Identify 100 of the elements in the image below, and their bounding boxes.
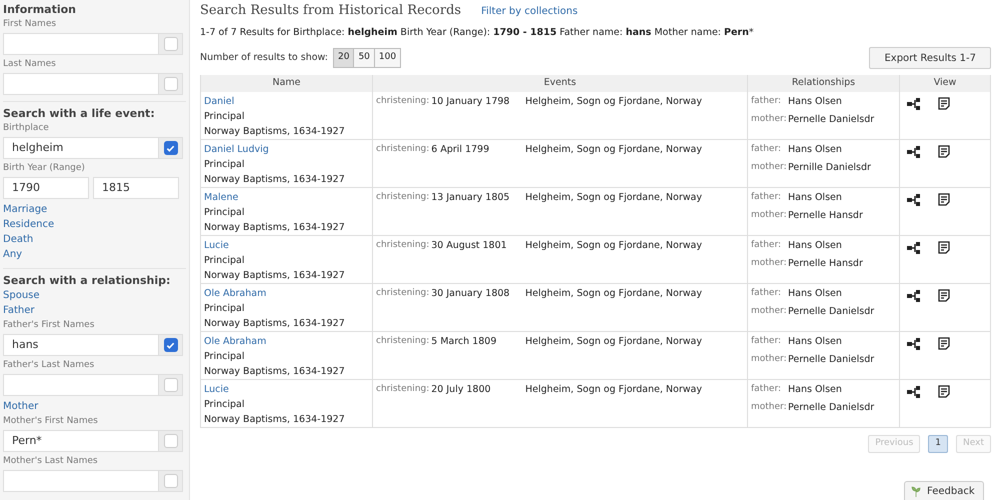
tree-icon[interactable] — [907, 338, 921, 350]
record-collection: Norway Baptisms, 1634-1927 — [204, 317, 346, 331]
event-place: Helgheim, Sogn og Fjordane, Norway — [525, 143, 702, 157]
record-collection: Norway Baptisms, 1634-1927 — [204, 365, 346, 379]
count-option[interactable]: 50 — [353, 48, 375, 68]
page-button[interactable]: 1 — [928, 435, 948, 453]
tree-icon[interactable] — [907, 242, 921, 254]
record-name-link[interactable]: Lucie — [204, 384, 229, 395]
event-date: 20 July 1800 — [431, 383, 492, 397]
checkbox[interactable] — [164, 434, 178, 448]
input-field[interactable] — [3, 33, 159, 55]
record-name-link[interactable]: Daniel — [204, 96, 234, 107]
count-option[interactable]: 20 — [333, 48, 354, 68]
link[interactable]: Residence — [3, 219, 54, 230]
document-icon[interactable] — [938, 289, 950, 302]
field-label: Mother's First Names — [3, 415, 99, 427]
link[interactable]: Any — [3, 249, 22, 260]
event-place: Helgheim, Sogn og Fjordane, Norway — [525, 287, 702, 301]
document-icon[interactable] — [938, 241, 950, 254]
record-name-link[interactable]: Ole Abraham — [204, 288, 266, 299]
checkbox[interactable] — [164, 141, 178, 155]
event-date: 5 March 1809 — [431, 335, 498, 349]
relation-label: mother: — [751, 305, 788, 318]
document-icon[interactable] — [938, 97, 950, 110]
record-name-link[interactable]: Lucie — [204, 240, 229, 251]
relation-label: father: — [751, 143, 782, 156]
input-field[interactable] — [3, 374, 159, 396]
event-type: christening: — [376, 143, 430, 156]
column-header: Name — [200, 75, 372, 92]
link[interactable]: Marriage — [3, 204, 48, 215]
relation-name: Pernille Danielsdr — [788, 161, 871, 175]
checkbox[interactable] — [164, 338, 178, 352]
column-header: View — [900, 75, 990, 92]
relation-label: father: — [751, 383, 782, 396]
relation-name: Hans Olsen — [788, 335, 842, 349]
event-place: Helgheim, Sogn og Fjordane, Norway — [525, 95, 702, 109]
record-collection: Norway Baptisms, 1634-1927 — [204, 125, 346, 139]
event-date: 30 August 1801 — [431, 239, 508, 253]
relation-label: father: — [751, 95, 782, 108]
tree-icon[interactable] — [907, 98, 921, 110]
event-type: christening: — [376, 191, 430, 204]
leaf-icon — [911, 486, 921, 496]
feedback-button[interactable]: Feedback — [904, 481, 984, 500]
event-type: christening: — [376, 287, 430, 300]
relation-name: Hans Olsen — [788, 287, 842, 301]
document-icon[interactable] — [938, 385, 950, 398]
results-summary: 1-7 of 7 Results for Birthplace: helgheim Birth Year (Range): 1790 - 1815 Father name: hans Mother name: Pern* — [200, 27, 755, 39]
checkmark-icon — [166, 144, 175, 152]
input-field[interactable] — [3, 73, 159, 95]
event-type: christening: — [376, 95, 430, 108]
checkmark-icon — [166, 340, 175, 350]
event-place: Helgheim, Sogn og Fjordane, Norway — [525, 239, 702, 253]
checkbox[interactable] — [164, 474, 178, 488]
tree-icon[interactable] — [907, 194, 921, 206]
relation-label: father: — [751, 239, 782, 252]
field-label: First Names — [3, 18, 58, 30]
checkbox[interactable] — [164, 37, 178, 51]
relation-name: Pernelle Danielsdr — [788, 305, 874, 319]
event-date: 10 January 1798 — [431, 95, 511, 109]
input-field[interactable]: Pern* — [3, 430, 159, 452]
event-place: Helgheim, Sogn og Fjordane, Norway — [525, 191, 702, 205]
document-icon[interactable] — [938, 337, 950, 350]
link[interactable]: Death — [3, 234, 34, 245]
input-field[interactable]: hans — [3, 334, 159, 356]
record-name-link[interactable]: Ole Abraham — [204, 336, 266, 347]
link[interactable]: Father — [3, 305, 34, 316]
record-name-link[interactable]: Daniel Ludvig — [204, 144, 269, 155]
column-header: Relationships — [748, 75, 900, 92]
relation-name: Hans Olsen — [788, 143, 842, 157]
filter-link[interactable]: Filter by collections — [481, 4, 578, 19]
input-field[interactable]: 1790 — [3, 177, 89, 199]
document-icon[interactable] — [938, 193, 950, 206]
field-label: Birthplace — [3, 122, 50, 134]
tree-icon[interactable] — [907, 386, 921, 398]
checkbox[interactable] — [164, 77, 178, 91]
link[interactable]: Mother — [3, 401, 38, 412]
count-option[interactable]: 100 — [374, 48, 402, 68]
export-button[interactable]: Export Results 1-7 — [869, 47, 991, 69]
event-date: 13 January 1805 — [431, 191, 511, 205]
tree-icon[interactable] — [907, 146, 921, 158]
event-date: 6 April 1799 — [431, 143, 490, 157]
input-field[interactable]: helgheim — [3, 137, 159, 159]
input-field[interactable]: 1815 — [93, 177, 179, 199]
document-icon[interactable] — [938, 145, 950, 158]
record-role: Principal — [204, 398, 246, 412]
relation-label: mother: — [751, 209, 788, 222]
record-role: Principal — [204, 350, 246, 364]
event-place: Helgheim, Sogn og Fjordane, Norway — [525, 383, 702, 397]
event-type: christening: — [376, 335, 430, 348]
relation-name: Hans Olsen — [788, 95, 842, 109]
event-type: christening: — [376, 383, 430, 396]
relation-name: Hans Olsen — [788, 191, 842, 205]
tree-icon[interactable] — [907, 290, 921, 302]
relation-name: Pernelle Danielsdr — [788, 401, 874, 415]
checkbox[interactable] — [164, 378, 178, 392]
record-role: Principal — [204, 158, 246, 172]
relation-label: father: — [751, 287, 782, 300]
record-name-link[interactable]: Malene — [204, 192, 238, 203]
link[interactable]: Spouse — [3, 290, 40, 301]
input-field[interactable] — [3, 470, 159, 492]
